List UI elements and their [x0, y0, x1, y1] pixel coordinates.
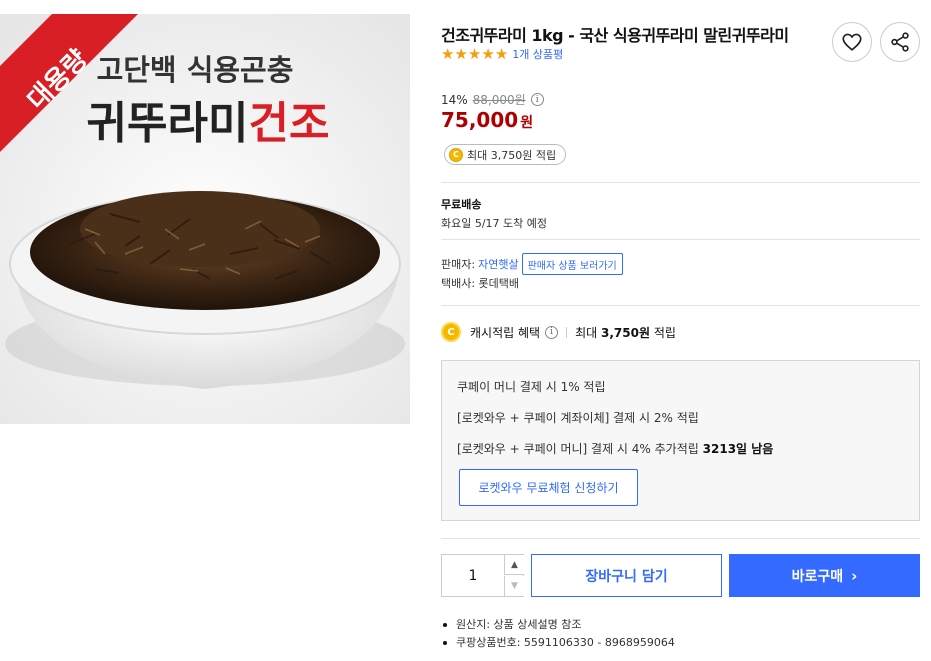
cash-benefit-row: C 캐시적립 혜택 i 최대 3,750원 적립: [441, 322, 676, 342]
image-headline-2: 귀뚜라미건조: [87, 98, 330, 149]
wishlist-button[interactable]: [832, 22, 872, 62]
buy-now-label: 바로구매: [791, 568, 844, 585]
rating-row: ★ ★ ★ ★ ★ 1개 상품평: [441, 46, 563, 62]
cash-benefit-label: 캐시적립 혜택: [470, 325, 541, 340]
product-title: 건조귀뚜라미 1kg - 국산 식용귀뚜라미 말린귀뚜라미: [441, 26, 789, 45]
rocket-wow-trial-button[interactable]: 로켓와우 무료체험 신청하기: [459, 469, 638, 506]
cash-benefit-amount: 3,750원: [600, 325, 650, 340]
product-photo: 대용량 고단백 식용곤충 귀뚜라미건조: [0, 14, 410, 424]
rating-stars: ★ ★ ★ ★ ★: [441, 46, 508, 62]
arrival-date: 화요일 5/17 도착 예정: [441, 217, 548, 230]
cash-reward-text: 최대 3,750원 적립: [467, 148, 557, 162]
seller-row: 판매자: 자연햇살 판매자 상품 보러가기: [441, 253, 623, 275]
buy-now-button[interactable]: 바로구매 ›: [729, 554, 920, 597]
review-count-link[interactable]: 1개 상품평: [512, 46, 563, 62]
separator: [566, 326, 568, 338]
sale-price: 75,000 원: [441, 108, 533, 132]
courier-info: 택배사: 롯데택배: [441, 277, 520, 290]
seller-products-button[interactable]: 판매자 상품 보러가기: [521, 253, 623, 275]
cash-reward-chip: C 최대 3,750원 적립: [444, 144, 567, 165]
quantity-decrease-button[interactable]: ▼: [504, 576, 524, 596]
quantity-increase-button[interactable]: ▲: [504, 555, 524, 575]
divider: [441, 239, 920, 240]
chevron-up-icon: ▲: [511, 559, 518, 570]
star-icon: ★: [481, 45, 495, 63]
divider: [441, 305, 920, 306]
product-notes: 원산지: 상품 상세설명 참조 쿠팡상품번호: 5591106330 - 896…: [441, 616, 675, 652]
product-image[interactable]: 대용량 고단백 식용곤충 귀뚜라미건조: [0, 14, 410, 424]
benefit-remaining-days: 3213일 남음: [702, 442, 774, 456]
cash-benefit-prefix: 최대: [575, 325, 598, 340]
list-item: 쿠팡상품번호: 5591106330 - 8968959064: [441, 634, 675, 652]
heart-icon: [842, 33, 862, 51]
divider: [441, 182, 920, 183]
discount-rate: 14%: [441, 92, 468, 107]
shipping-label: 무료배송: [441, 198, 482, 211]
benefit-line: [로켓와우 + 쿠페이 머니] 결제 시 4% 추가적립 3213일 남음: [457, 440, 773, 457]
cash-benefit-suffix: 적립: [653, 325, 676, 340]
coin-icon: C: [441, 322, 461, 342]
image-headline-1: 고단백 식용곤충: [97, 53, 294, 87]
info-icon[interactable]: i: [530, 93, 544, 106]
sale-price-value: 75,000: [441, 108, 519, 132]
image-headline-2-red: 건조: [248, 98, 329, 149]
add-to-cart-button[interactable]: 장바구니 담기: [531, 554, 722, 597]
seller-label: 판매자:: [441, 258, 476, 271]
payment-benefit-box: 쿠페이 머니 결제 시 1% 적립 [로켓와우 + 쿠페이 계좌이체] 결제 시…: [441, 360, 920, 521]
share-icon: [891, 32, 909, 52]
star-icon: ★: [494, 45, 509, 63]
seller-name-link[interactable]: 자연햇살: [478, 256, 518, 272]
sale-price-unit: 원: [520, 115, 534, 131]
benefit-line-text: [로켓와우 + 쿠페이 머니] 결제 시 4% 추가적립: [457, 442, 699, 456]
quantity-stepper: 1 ▲ ▼: [441, 554, 524, 597]
chevron-down-icon: ▼: [511, 581, 518, 591]
star-icon: ★: [441, 45, 455, 63]
benefit-line: [로켓와우 + 쿠페이 계좌이체] 결제 시 2% 적립: [457, 411, 699, 425]
divider: [441, 538, 920, 539]
share-button[interactable]: [880, 22, 920, 62]
original-price: 88,000원: [472, 93, 526, 107]
discount-row: 14% 88,000원 i: [441, 91, 544, 108]
quantity-input[interactable]: 1: [442, 555, 504, 596]
info-icon[interactable]: i: [545, 325, 559, 339]
list-item: 원산지: 상품 상세설명 참조: [441, 616, 675, 634]
coin-icon: C: [449, 147, 463, 162]
star-icon: ★: [467, 45, 482, 63]
star-icon: ★: [454, 45, 468, 63]
image-headline-2-black: 귀뚜라미: [87, 98, 249, 149]
benefit-line: 쿠페이 머니 결제 시 1% 적립: [457, 380, 606, 394]
chevron-right-icon: ›: [851, 566, 858, 585]
